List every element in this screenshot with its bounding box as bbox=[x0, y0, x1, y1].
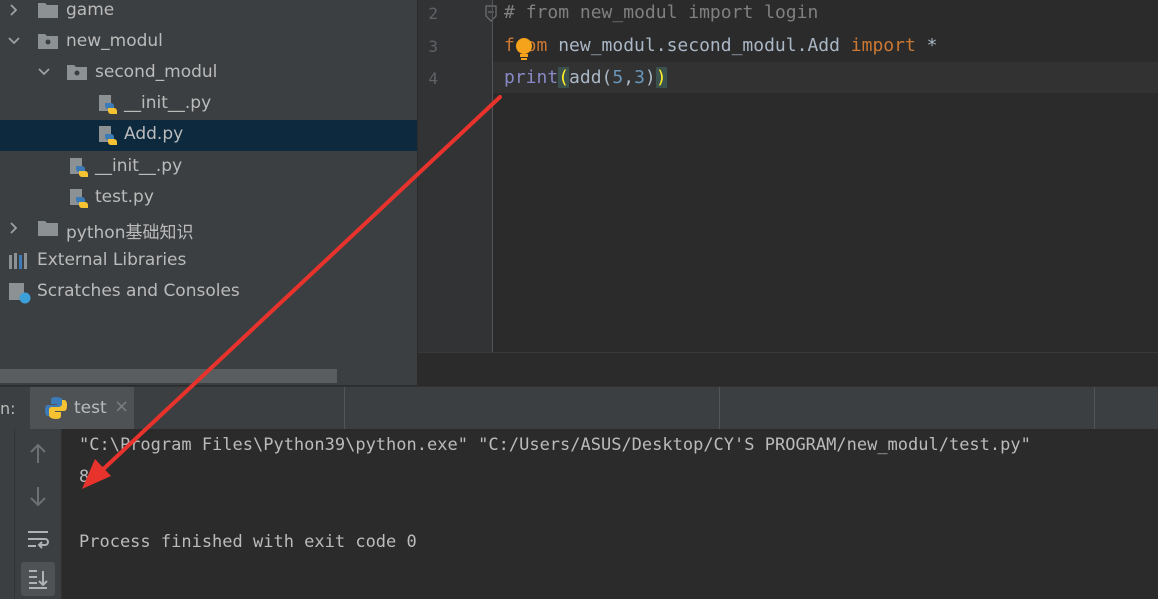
tree-item-label: Scratches and Consoles bbox=[37, 281, 240, 301]
scroll-to-end-icon bbox=[29, 570, 48, 589]
tree-item-label: __init__.py bbox=[124, 93, 212, 113]
code-line-4[interactable]: print(add(5,3)) bbox=[504, 67, 667, 88]
close-icon[interactable]: × bbox=[114, 396, 129, 417]
project-tree-panel: game new_modul second_modul __init__.py … bbox=[0, 0, 417, 385]
python-file-icon bbox=[99, 95, 117, 114]
scratches-icon bbox=[9, 283, 31, 304]
arrow-down-icon[interactable] bbox=[23, 481, 53, 511]
fold-marker-icon[interactable] bbox=[484, 5, 498, 23]
run-tab-test[interactable]: test × bbox=[30, 387, 134, 429]
run-toolbar bbox=[15, 429, 62, 599]
folder-icon bbox=[38, 221, 58, 236]
tree-item-label: test.py bbox=[95, 187, 154, 207]
tree-item-label: Add.py bbox=[124, 124, 184, 144]
code-line-2[interactable]: # from new_modul import login bbox=[504, 2, 818, 23]
chevron-down-icon[interactable] bbox=[37, 65, 51, 79]
library-icon bbox=[9, 253, 27, 269]
line-number: 4 bbox=[428, 69, 438, 88]
python-file-icon bbox=[99, 126, 117, 145]
tree-item-python-basics[interactable]: python基础知识 bbox=[0, 214, 417, 245]
editor-bottom-area bbox=[418, 352, 1158, 386]
horizontal-scrollbar[interactable] bbox=[0, 369, 337, 383]
tree-item-game[interactable]: game bbox=[0, 0, 417, 27]
folder-icon bbox=[38, 3, 58, 18]
tree-item-scratches[interactable]: Scratches and Consoles bbox=[0, 277, 417, 308]
chevron-right-icon[interactable] bbox=[7, 221, 21, 235]
tree-item-label: External Libraries bbox=[37, 250, 187, 270]
python-icon bbox=[45, 397, 67, 419]
lightbulb-icon[interactable] bbox=[514, 37, 534, 61]
tree-item-init-py[interactable]: __init__.py bbox=[0, 152, 417, 183]
python-file-icon bbox=[70, 158, 88, 177]
console-line-command: "C:\Program Files\Python39\python.exe" "… bbox=[79, 435, 1031, 455]
editor-gutter: 2 3 4 bbox=[418, 0, 497, 352]
run-side-strip bbox=[0, 429, 15, 599]
package-folder-icon bbox=[38, 34, 58, 49]
code-editor[interactable]: 2 3 4 # from new_modul import login from… bbox=[418, 0, 1158, 386]
tree-item-new-modul[interactable]: new_modul bbox=[0, 27, 417, 58]
package-folder-icon bbox=[67, 65, 87, 80]
code-line-3[interactable]: from new_modul.second_modul.Add import * bbox=[504, 35, 938, 56]
tree-item-init-py-inner[interactable]: __init__.py bbox=[0, 89, 417, 120]
console-line-output: 8 bbox=[79, 467, 90, 487]
soft-wrap-icon[interactable] bbox=[23, 524, 53, 554]
line-number: 2 bbox=[428, 4, 438, 23]
tree-item-label: python基础知识 bbox=[66, 223, 194, 243]
tree-item-label: __init__.py bbox=[95, 156, 183, 176]
run-tab-label: test bbox=[74, 398, 107, 418]
chevron-down-icon[interactable] bbox=[7, 34, 21, 48]
console-line-exit: Process finished with exit code 0 bbox=[79, 532, 417, 552]
run-panel-header: n: test × bbox=[0, 386, 1158, 429]
line-number: 3 bbox=[428, 37, 438, 56]
tree-item-label: game bbox=[66, 0, 115, 20]
python-file-icon bbox=[70, 189, 88, 208]
tree-item-label: new_modul bbox=[66, 31, 163, 51]
run-panel-label: n: bbox=[0, 399, 16, 418]
tree-item-label: second_modul bbox=[95, 62, 218, 82]
chevron-right-icon[interactable] bbox=[7, 3, 21, 17]
tree-item-external-libraries[interactable]: External Libraries bbox=[0, 246, 417, 277]
tree-item-test-py[interactable]: test.py bbox=[0, 183, 417, 214]
tree-item-second-modul[interactable]: second_modul bbox=[0, 58, 417, 89]
arrow-up-icon[interactable] bbox=[23, 439, 53, 469]
scroll-to-end-button[interactable] bbox=[21, 562, 55, 596]
tree-item-add-py[interactable]: Add.py bbox=[0, 120, 417, 151]
run-console-output[interactable]: "C:\Program Files\Python39\python.exe" "… bbox=[62, 429, 1158, 599]
